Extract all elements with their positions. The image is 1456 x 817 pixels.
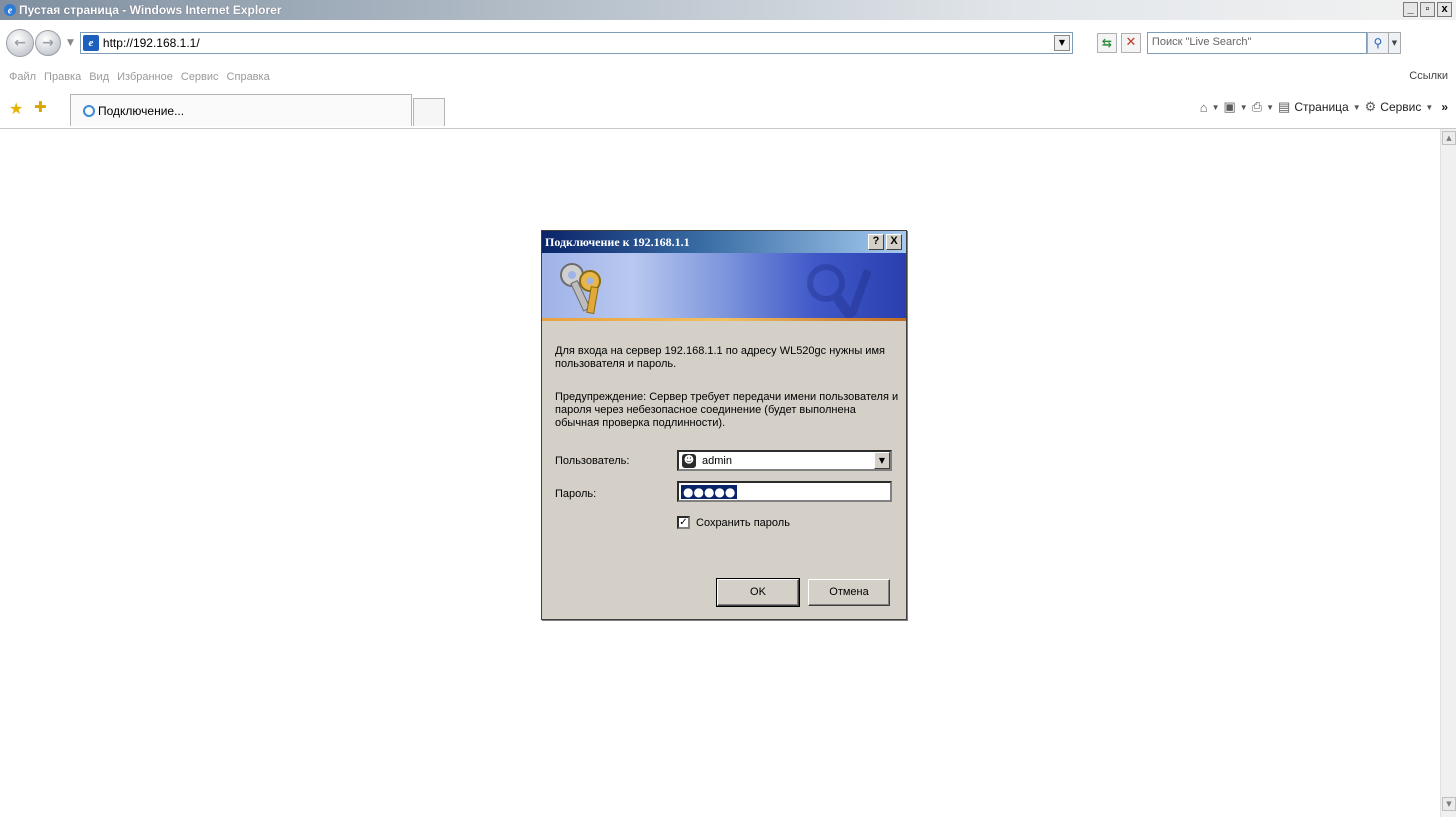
page-menu-label[interactable]: Страница bbox=[1294, 100, 1348, 114]
cancel-button[interactable]: Отмена bbox=[808, 579, 890, 606]
user-icon: ☻ bbox=[682, 453, 696, 468]
menu-favorites[interactable]: Избранное bbox=[117, 71, 173, 83]
keys-watermark-icon bbox=[807, 264, 872, 319]
feeds-icon[interactable]: ▣ bbox=[1223, 99, 1235, 115]
remember-password-checkbox[interactable]: ✓ bbox=[677, 516, 690, 529]
address-url[interactable]: http://192.168.1.1/ bbox=[103, 36, 200, 50]
window-title-bar: e Пустая страница - Windows Internet Exp… bbox=[0, 0, 1456, 20]
refresh-button[interactable]: ⇆ bbox=[1096, 33, 1117, 53]
home-icon[interactable]: ⌂ bbox=[1200, 100, 1208, 115]
home-dropdown-icon[interactable]: ▼ bbox=[1212, 103, 1220, 112]
password-label: Пароль: bbox=[555, 488, 597, 500]
stop-button[interactable]: ✕ bbox=[1120, 33, 1141, 53]
scroll-down-arrow-icon[interactable]: ▼ bbox=[1442, 797, 1456, 811]
password-mask: ●●●●● bbox=[681, 484, 738, 499]
dialog-title-buttons: ? X bbox=[868, 234, 902, 250]
svg-text:e: e bbox=[8, 6, 13, 17]
user-combobox[interactable]: ☻ admin ▼ bbox=[677, 450, 892, 471]
close-window-button[interactable]: x bbox=[1437, 2, 1452, 17]
search-input[interactable]: Поиск "Live Search" bbox=[1146, 32, 1367, 54]
search-button[interactable]: ⚲ bbox=[1366, 32, 1389, 54]
add-favorites-icon[interactable]: ✚ bbox=[34, 98, 47, 116]
links-toolbar[interactable]: Ссылки bbox=[1409, 70, 1448, 82]
vertical-scrollbar[interactable]: ▲ ▼ bbox=[1440, 129, 1456, 817]
forward-arrow-icon: → bbox=[42, 35, 54, 51]
feeds-dropdown-icon[interactable]: ▼ bbox=[1240, 103, 1248, 112]
search-options-dropdown-icon[interactable]: ▼ bbox=[1388, 32, 1401, 54]
menu-file[interactable]: Файл bbox=[9, 71, 36, 83]
help-button[interactable]: ? bbox=[868, 234, 884, 250]
back-arrow-icon: ← bbox=[14, 35, 26, 51]
scroll-up-arrow-icon[interactable]: ▲ bbox=[1442, 131, 1456, 145]
menu-bar: Файл Правка Вид Избранное Сервис Справка… bbox=[0, 66, 1456, 88]
dialog-title-bar[interactable]: Подключение к 192.168.1.1 ? X bbox=[542, 231, 906, 253]
dialog-warning: Предупреждение: Сервер требует передачи … bbox=[555, 391, 899, 429]
remember-password-label[interactable]: Сохранить пароль bbox=[696, 517, 790, 529]
tools-gear-icon[interactable]: ⚙ bbox=[1365, 99, 1377, 115]
menu-edit[interactable]: Правка bbox=[44, 71, 81, 83]
banner-strip bbox=[542, 318, 906, 321]
page-menu-icon[interactable]: ▤ bbox=[1278, 99, 1290, 115]
window-controls: _ ▫ x bbox=[1403, 2, 1452, 17]
address-row: ← → ▼ e http://192.168.1.1/ ▼ ⇆ ✕ Поиск … bbox=[0, 28, 1456, 58]
address-bar[interactable]: e http://192.168.1.1/ ▼ bbox=[79, 32, 1073, 54]
window-title: Пустая страница - Windows Internet Explo… bbox=[19, 3, 282, 17]
menu-view[interactable]: Вид bbox=[89, 71, 109, 83]
user-value[interactable]: admin bbox=[702, 455, 732, 467]
dialog-banner bbox=[542, 253, 906, 321]
keys-icon bbox=[560, 263, 601, 315]
recent-pages-dropdown-icon[interactable]: ▼ bbox=[67, 38, 74, 48]
login-dialog: Подключение к 192.168.1.1 ? X Для входа … bbox=[541, 230, 907, 620]
page-icon: e bbox=[82, 35, 99, 51]
tab-current[interactable]: Подключение... bbox=[70, 94, 412, 126]
dialog-title: Подключение к 192.168.1.1 bbox=[545, 234, 690, 249]
password-field[interactable]: ●●●●● bbox=[677, 481, 892, 502]
address-dropdown-icon[interactable]: ▼ bbox=[1053, 35, 1070, 51]
back-button[interactable]: ← bbox=[6, 29, 34, 57]
loading-spinner-icon bbox=[83, 104, 95, 117]
tab-label: Подключение... bbox=[98, 103, 185, 118]
search-icon: ⚲ bbox=[1373, 36, 1383, 50]
favorites-star-icon[interactable]: ★ bbox=[9, 99, 23, 118]
menu-tools[interactable]: Сервис bbox=[181, 71, 219, 83]
dialog-message: Для входа на сервер 192.168.1.1 по адрес… bbox=[555, 345, 885, 370]
print-dropdown-icon[interactable]: ▼ bbox=[1266, 103, 1274, 112]
minimize-button[interactable]: _ bbox=[1403, 2, 1418, 17]
page-menu-dropdown-icon[interactable]: ▼ bbox=[1353, 103, 1361, 112]
menu-help[interactable]: Справка bbox=[227, 71, 270, 83]
dialog-close-button[interactable]: X bbox=[886, 234, 902, 250]
print-icon[interactable]: ⎙ bbox=[1252, 99, 1262, 115]
ie-logo-icon: e bbox=[4, 4, 16, 17]
user-dropdown-icon[interactable]: ▼ bbox=[874, 452, 890, 469]
tab-row: ★ ✚ Подключение... ⌂ ▼ ▣ ▼ ⎙ ▼ ▤ Страниц… bbox=[0, 91, 1456, 129]
command-bar: ⌂ ▼ ▣ ▼ ⎙ ▼ ▤ Страница ▼ ⚙ Сервис ▼ » bbox=[1200, 99, 1448, 115]
more-chevron-icon[interactable]: » bbox=[1441, 100, 1448, 114]
tools-menu-dropdown-icon[interactable]: ▼ bbox=[1425, 103, 1433, 112]
forward-button[interactable]: → bbox=[35, 30, 61, 56]
ok-button[interactable]: OK bbox=[716, 578, 800, 607]
maximize-button[interactable]: ▫ bbox=[1420, 2, 1435, 17]
user-label: Пользователь: bbox=[555, 455, 630, 467]
tools-menu-label[interactable]: Сервис bbox=[1380, 100, 1421, 114]
new-tab-button[interactable] bbox=[413, 98, 445, 126]
